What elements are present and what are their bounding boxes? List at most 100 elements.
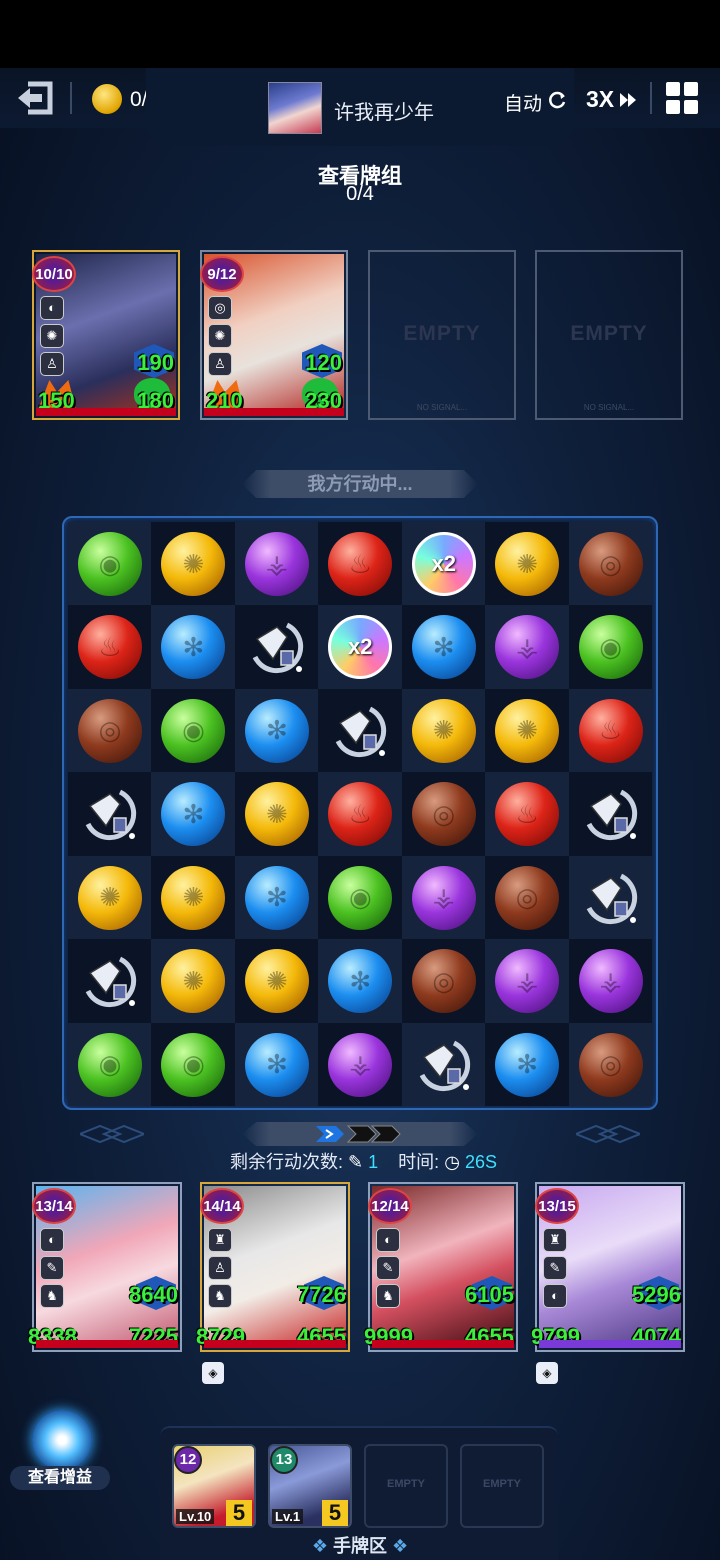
yellow-gem: ✺ [161,949,226,1014]
purple-gem-icon: ⚶ [432,882,455,913]
board-cell[interactable] [401,1022,486,1106]
board-cell[interactable]: ♨ [568,688,652,773]
board-cell[interactable]: ✻ [485,1022,569,1106]
board-cell[interactable]: ◉ [68,1022,152,1106]
board-cell[interactable]: ✻ [151,772,235,856]
auto-button[interactable]: 自动 [504,89,542,116]
skill-icons: ◐ ✎ ♞ [40,1228,66,1312]
purple-gem: ⚶ [244,532,309,596]
board-cell[interactable] [568,855,652,940]
board-cell[interactable]: x2 [318,605,402,689]
card-shield: 7726 [297,1282,346,1307]
board-cell[interactable]: ⚶ [401,855,486,940]
board-cell[interactable]: ♨ [318,772,402,856]
match-board[interactable]: ◉ ✺ ⚶ ♨ x2 ✺ ◎ ♨ ✻ x2 ✻ ⚶ ◉ ◎ ◉ ✻ ✺ ✺ ♨ ✻ ✺ ♨ ◎ ♨ ✺ ✺ ✻ ◉ ⚶ ◎ ✺ ✺ ✻ ◎ ⚶ ⚶ ◉ ◉… [68,522,652,1106]
board-cell[interactable]: ✻ [234,855,319,940]
hand-area-label: ❖ 手牌区 ❖ [311,1536,409,1556]
red-gem: ♨ [328,532,393,596]
card-shield: 8640 [129,1282,178,1307]
board-cell[interactable]: ✺ [151,939,235,1023]
board-cell[interactable]: ✺ [485,688,569,773]
hand-card-level: Lv.1 [272,1509,304,1524]
enemy-card-2[interactable]: 9/12 ◎ ✺ ♙ 120 210 230 [200,250,348,420]
fast-forward-icon[interactable] [620,93,636,107]
exit-icon[interactable] [14,80,56,116]
board-cell[interactable]: ⚶ [485,939,569,1023]
board-cell[interactable]: ✻ [151,605,235,689]
red-gem-icon: ♨ [515,798,539,829]
team-card-1[interactable]: 13/14 ◐ ✎ ♞ 8640 8338 7225 [28,1182,182,1352]
board-cell[interactable]: ◉ [68,522,152,606]
yellow-gem-icon: ✺ [516,715,539,746]
board-cell[interactable]: ◉ [318,855,402,940]
board-cell[interactable]: ◎ [68,688,152,773]
empty-card-slot[interactable]: EMPTY NO SIGNAL... [368,250,516,420]
purple-gem: ⚶ [578,949,643,1014]
speed-button[interactable]: 3X [586,86,614,113]
hand-card-cost: 5 [226,1500,252,1526]
board-cell[interactable]: ♨ [318,522,402,606]
board-cell[interactable]: ♨ [485,772,569,856]
team-card-4[interactable]: 13/15 ♜ ✎ ◐ 5296 9799 4074 [531,1182,685,1352]
red-gem-icon: ♨ [348,798,372,829]
team-card-3[interactable]: 12/14 ◐ ✎ ♞ 6105 9999 4655 [364,1182,518,1352]
board-cell[interactable]: ◉ [151,688,235,773]
board-cell[interactable]: ⚶ [318,1022,402,1106]
view-buffs-button[interactable]: 查看增益 [10,1410,110,1494]
board-cell[interactable]: ◎ [568,522,652,606]
brown-gem: ◎ [411,949,476,1014]
board-cell[interactable]: ✺ [485,522,569,606]
board-cell[interactable]: ⚶ [568,939,652,1023]
board-cell[interactable]: ✺ [234,772,319,856]
board-cell[interactable]: ✻ [318,939,402,1023]
yellow-gem-icon: ✺ [265,965,288,996]
brown-gem-icon: ◎ [98,715,122,746]
board-cell[interactable]: ✻ [234,688,319,773]
hand-card-2[interactable]: 13 Lv.1 5 [268,1444,352,1528]
board-cell[interactable]: ✺ [401,688,486,773]
blade-tile-icon [85,956,137,1008]
board-cell[interactable] [68,772,152,856]
blue-gem-icon: ✻ [182,631,205,662]
enemy-card-1[interactable]: 10/10 ◐ ✺ ♙ 190 150 180 [32,250,180,420]
menu-grid-icon[interactable] [666,82,698,114]
board-cell[interactable]: ◉ [151,1022,235,1106]
board-cell[interactable]: ✻ [234,1022,319,1106]
board-cell[interactable]: ⚶ [485,605,569,689]
team-card-2[interactable]: 14/14 ♜ ♙ ♞ 7726 8729 4655 [196,1182,350,1352]
player-avatar[interactable] [268,82,322,134]
board-cell[interactable]: ◉ [568,605,652,689]
board-cell[interactable]: ♨ [68,605,152,689]
board-cell[interactable]: ◎ [568,1022,652,1106]
blade-tile-icon [419,1040,470,1091]
board-cell[interactable]: ◎ [401,772,486,856]
blade-tile-icon [586,873,637,924]
blue-gem: ✻ [411,615,476,680]
refresh-icon[interactable] [547,90,567,110]
yellow-gem: ✺ [244,949,309,1014]
board-cell[interactable] [234,605,319,689]
hand-card-badge: 13 [270,1446,298,1474]
board-cell[interactable]: ✺ [234,939,319,1023]
moves-value: 1 [368,1152,379,1172]
board-cell[interactable]: ◎ [485,855,569,940]
hand-empty-slot[interactable]: EMPTY [364,1444,448,1528]
board-cell[interactable]: ⚶ [234,522,319,606]
board-cell[interactable]: x2 [401,522,486,606]
green-gem-icon: ◉ [182,715,205,746]
red-gem-icon: ♨ [348,548,372,579]
board-cell[interactable] [568,772,652,856]
board-cell[interactable]: ✻ [401,605,486,689]
board-cell[interactable] [318,688,402,773]
board-cell[interactable]: ◎ [401,939,486,1023]
card-shield: 6105 [465,1282,514,1307]
purple-gem: ⚶ [328,1032,393,1097]
board-cell[interactable] [68,939,152,1023]
board-cell[interactable]: ✺ [68,855,152,940]
hand-card-1[interactable]: 12 Lv.10 5 [172,1444,256,1528]
hand-empty-slot[interactable]: EMPTY [460,1444,544,1528]
board-cell[interactable]: ✺ [151,855,235,940]
board-cell[interactable]: ✺ [151,522,235,606]
empty-card-slot[interactable]: EMPTY NO SIGNAL... [535,250,683,420]
card-level-badge: 13/14 [32,1188,76,1224]
